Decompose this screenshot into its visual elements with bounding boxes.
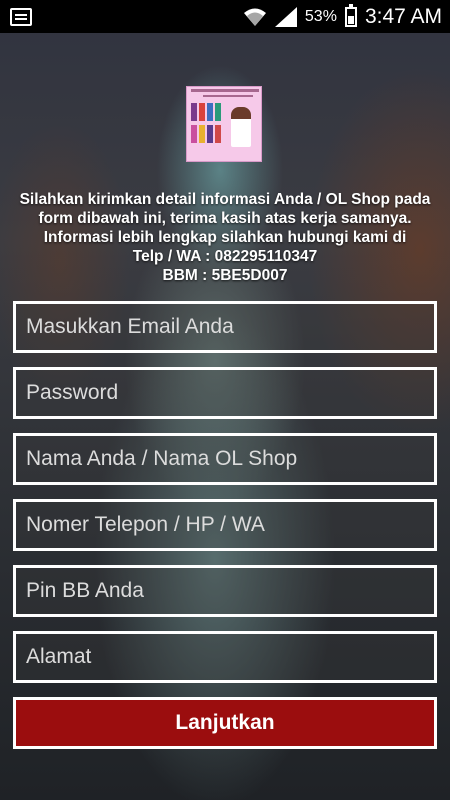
info-line: Silahkan kirimkan detail informasi Anda … bbox=[19, 191, 431, 208]
logo-product-swatch bbox=[207, 125, 213, 143]
info-phone: Telp / WA : 082295110347 bbox=[132, 248, 318, 265]
phone-field-box bbox=[13, 499, 437, 551]
logo-product-swatch bbox=[191, 103, 197, 121]
wifi-icon bbox=[243, 8, 266, 26]
info-line: form dibawah ini, terima kasih atas kerj… bbox=[38, 210, 412, 227]
logo-figure-illustration bbox=[231, 107, 251, 147]
info-bbm: BBM : 5BE5D007 bbox=[162, 267, 288, 284]
battery-icon bbox=[344, 3, 357, 27]
pin-bb-field[interactable] bbox=[26, 579, 434, 603]
clock-time: 3:47 AM bbox=[364, 4, 442, 28]
info-line: Informasi lebih lengkap silahkan hubungi… bbox=[43, 229, 407, 246]
status-bar: 53% 3:47 AM bbox=[0, 0, 450, 33]
logo-product-swatch bbox=[207, 103, 213, 121]
logo-product-swatch bbox=[215, 125, 221, 143]
logo-product-swatch bbox=[191, 125, 197, 143]
submit-button[interactable]: Lanjutkan bbox=[13, 697, 437, 749]
battery-percent: 53% bbox=[304, 7, 337, 25]
email-field-box bbox=[13, 301, 437, 353]
address-field[interactable] bbox=[26, 645, 434, 669]
name-field[interactable] bbox=[26, 447, 434, 471]
shop-logo bbox=[186, 86, 262, 162]
logo-text-line bbox=[203, 95, 253, 97]
pin-bb-field-box bbox=[13, 565, 437, 617]
phone-field[interactable] bbox=[26, 513, 434, 537]
address-field-box bbox=[13, 631, 437, 683]
info-message: Silahkan kirimkan detail informasi Anda … bbox=[10, 190, 440, 285]
logo-product-swatch bbox=[199, 125, 205, 143]
message-notification-icon bbox=[10, 7, 32, 26]
logo-product-swatch bbox=[199, 103, 205, 121]
signal-icon bbox=[274, 6, 297, 27]
password-field-box bbox=[13, 367, 437, 419]
logo-text-line bbox=[191, 89, 259, 92]
logo-product-swatch bbox=[215, 103, 221, 121]
email-field[interactable] bbox=[26, 315, 434, 339]
password-field[interactable] bbox=[26, 381, 434, 405]
name-field-box bbox=[13, 433, 437, 485]
